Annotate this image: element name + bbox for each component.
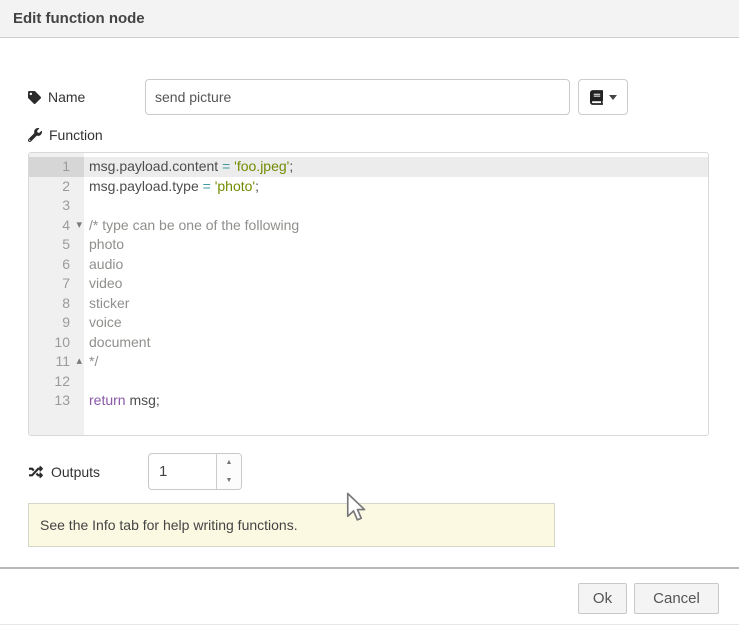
code-line: 5photo <box>29 235 708 255</box>
code-line: 9voice <box>29 313 708 333</box>
name-input[interactable] <box>145 79 570 115</box>
outputs-label-text: Outputs <box>51 464 100 480</box>
name-row: Name <box>28 79 628 115</box>
chevron-down-icon <box>609 95 617 100</box>
code-editor-lines: 1msg.payload.content = 'foo.jpeg';2msg.p… <box>29 153 708 411</box>
code-text <box>84 372 89 392</box>
function-label-text: Function <box>49 127 103 143</box>
form-tip: See the Info tab for help writing functi… <box>28 503 555 547</box>
code-line: 6audio <box>29 255 708 275</box>
line-number: 1 <box>29 157 84 177</box>
tag-icon <box>28 91 41 104</box>
code-line: 3 <box>29 196 708 216</box>
edit-function-node-dialog: Edit function node Name Function 1msg.pa… <box>0 0 739 630</box>
line-number: 2 <box>29 177 84 197</box>
line-number: 13 <box>29 391 84 411</box>
dialog-title: Edit function node <box>13 10 145 27</box>
line-number: 5 <box>29 235 84 255</box>
line-number: 3 <box>29 196 84 216</box>
code-text: */ <box>84 352 98 372</box>
line-number: 10 <box>29 333 84 353</box>
code-text: photo <box>84 235 124 255</box>
code-text: sticker <box>84 294 129 314</box>
line-number: 8 <box>29 294 84 314</box>
line-number: 7 <box>29 274 84 294</box>
outputs-spinner[interactable]: 1 ▲ ▼ <box>148 453 242 490</box>
shuffle-icon <box>28 465 44 479</box>
line-number: 9 <box>29 313 84 333</box>
dialog-bottom-edge <box>0 624 739 625</box>
cancel-button[interactable]: Cancel <box>634 583 719 614</box>
fold-close-icon[interactable]: ▴ <box>76 352 82 372</box>
code-editor[interactable]: 1msg.payload.content = 'foo.jpeg';2msg.p… <box>28 152 709 436</box>
code-text: msg.payload.type = 'photo'; <box>84 177 259 197</box>
function-row: Function <box>28 127 103 143</box>
line-number: 4▾ <box>29 216 84 236</box>
code-text: voice <box>84 313 122 333</box>
code-line: 2msg.payload.type = 'photo'; <box>29 177 708 197</box>
wrench-icon <box>28 128 42 142</box>
fold-open-icon[interactable]: ▾ <box>76 216 82 236</box>
code-text: document <box>84 333 150 353</box>
code-line: 11▴*/ <box>29 352 708 372</box>
ok-button[interactable]: Ok <box>578 583 627 614</box>
code-line: 1msg.payload.content = 'foo.jpeg'; <box>29 157 708 177</box>
code-text: video <box>84 274 122 294</box>
code-text: msg.payload.content = 'foo.jpeg'; <box>84 157 293 177</box>
code-text <box>84 196 89 216</box>
line-number: 6 <box>29 255 84 275</box>
line-number: 12 <box>29 372 84 392</box>
code-text: audio <box>84 255 123 275</box>
spinner-buttons: ▲ ▼ <box>216 454 241 489</box>
footer-divider <box>0 567 739 569</box>
library-button[interactable] <box>578 79 628 115</box>
outputs-label: Outputs <box>28 464 145 480</box>
code-line: 4▾/* type can be one of the following <box>29 216 708 236</box>
code-line: 7video <box>29 274 708 294</box>
code-text: return msg; <box>84 391 160 411</box>
code-text: /* type can be one of the following <box>84 216 299 236</box>
line-number: 11▴ <box>29 352 84 372</box>
code-line: 10document <box>29 333 708 353</box>
spinner-up-button[interactable]: ▲ <box>217 454 241 472</box>
code-line: 8sticker <box>29 294 708 314</box>
outputs-row: Outputs <box>28 453 145 490</box>
book-icon <box>590 90 603 105</box>
name-label-text: Name <box>48 89 85 105</box>
spinner-down-button[interactable]: ▼ <box>217 472 241 490</box>
code-line: 13return msg; <box>29 391 708 411</box>
dialog-header: Edit function node <box>0 0 739 38</box>
name-label: Name <box>28 89 145 105</box>
code-line: 12 <box>29 372 708 392</box>
outputs-value[interactable]: 1 <box>149 454 216 489</box>
form-tip-text: See the Info tab for help writing functi… <box>40 517 298 533</box>
